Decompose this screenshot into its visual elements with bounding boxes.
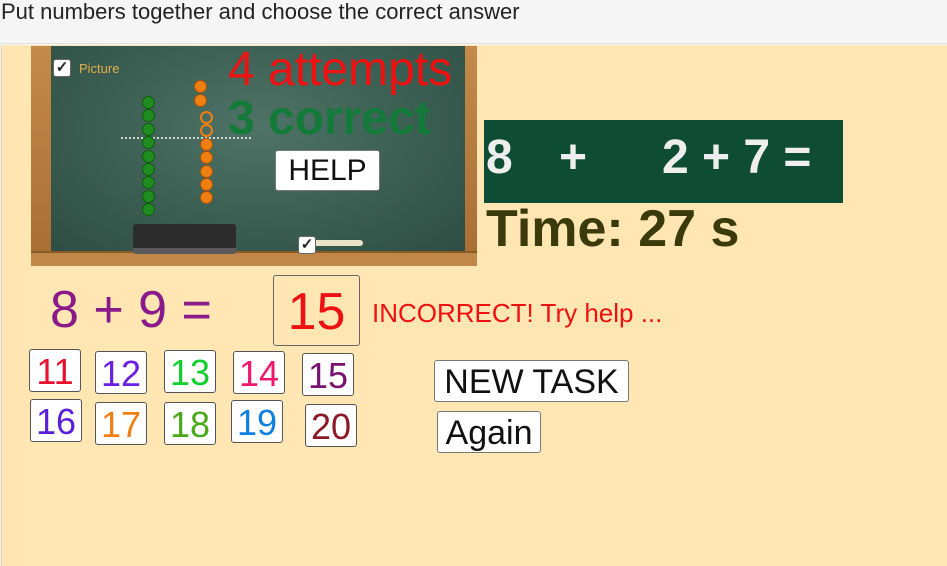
feedback-message: INCORRECT! Try help ...: [372, 298, 663, 328]
bead-icon: [142, 149, 155, 163]
bead-icon: [200, 111, 213, 124]
choice-18-button[interactable]: 18: [164, 402, 216, 445]
bead-icon: [200, 137, 213, 151]
task-first-number: 8: [486, 131, 513, 184]
chalk-image: [313, 240, 363, 246]
bead-icon: [142, 122, 155, 136]
choice-20-button[interactable]: 20: [305, 404, 357, 447]
choice-13-button[interactable]: 13: [164, 350, 216, 393]
choice-11-button[interactable]: 11: [29, 349, 81, 392]
task-display: 8 + 2 + 7 =: [484, 120, 843, 203]
task-second-part: 2 + 7 =: [662, 131, 812, 184]
picture-label: Picture: [79, 61, 120, 76]
instruction-text: Put numbers together and choose the corr…: [1, 0, 520, 24]
eraser-image: [133, 224, 236, 254]
new-task-button[interactable]: NEW TASK: [434, 360, 629, 402]
bead-icon: [200, 164, 213, 178]
choice-12-button[interactable]: 12: [95, 351, 147, 394]
equation: 8 + 9 =: [50, 281, 212, 339]
again-button[interactable]: Again: [437, 411, 541, 453]
board-checkbox[interactable]: ✓: [298, 236, 316, 254]
choice-14-button[interactable]: 14: [233, 351, 285, 394]
bead-icon: [194, 80, 207, 93]
chalk-tray: [31, 251, 477, 266]
bead-icon: [142, 189, 155, 203]
choice-15-button[interactable]: 15: [302, 353, 354, 396]
choice-19-button[interactable]: 19: [231, 400, 283, 443]
choice-16-button[interactable]: 16: [30, 399, 82, 442]
choice-17-button[interactable]: 17: [95, 402, 147, 445]
correct-counter: 3 correct: [228, 92, 431, 145]
answer-input[interactable]: 15: [273, 275, 360, 346]
help-button[interactable]: HELP: [275, 150, 380, 191]
picture-checkbox[interactable]: ✓: [53, 59, 71, 77]
task-plus-sign: +: [559, 131, 588, 184]
top-bar: Put numbers together and choose the corr…: [0, 0, 947, 44]
timer: Time: 27 s: [486, 200, 740, 258]
bead-icon: [200, 178, 213, 191]
attempts-counter: 4 attempts: [228, 43, 453, 96]
bead-icon: [194, 94, 207, 107]
bead-icon: [142, 163, 155, 176]
bead-icon: [142, 96, 155, 109]
